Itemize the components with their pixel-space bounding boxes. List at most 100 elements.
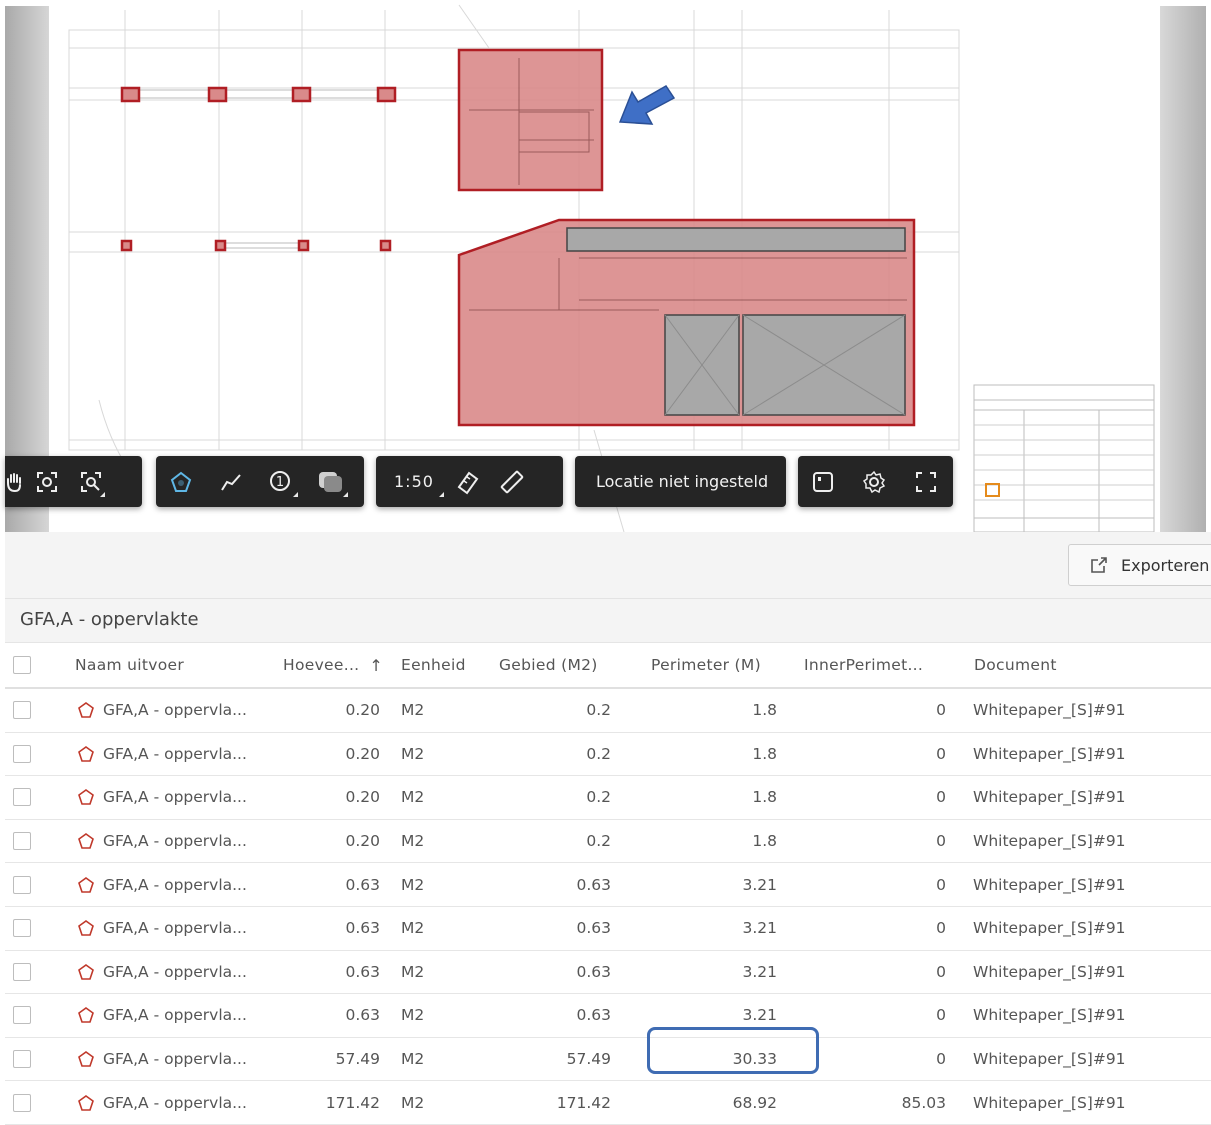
area-cell: 0.63 [485, 907, 611, 950]
viewer-margin-left [5, 6, 49, 532]
drawing-viewer[interactable]: 1 1:50 Locatie niet ingesteld [0, 0, 1211, 532]
group-header[interactable]: GFA,A - oppervlakte [5, 599, 1211, 643]
viewer-margin-right [1160, 6, 1206, 532]
row-checkbox[interactable] [13, 788, 31, 807]
scale-selector[interactable]: 1:50 [376, 456, 446, 507]
polygon-area-icon [78, 876, 94, 893]
table-row[interactable]: GFA,A - oppervla... 0.20 M2 0.2 1.8 0 Whitepap… [5, 776, 1211, 820]
unit-value: M2 [401, 919, 425, 938]
polygon-area-icon [78, 963, 94, 980]
zoom-window-icon[interactable] [69, 456, 113, 507]
column-header-quantity[interactable]: Hoevee... ↑ [283, 643, 383, 687]
quantity-cell: 0.20 [275, 733, 380, 776]
inner-perimeter-cell: 0 [805, 994, 946, 1037]
unit-cell: M2 [401, 1038, 424, 1081]
ruler-set-icon[interactable] [446, 456, 490, 507]
column-header-inner-perimeter[interactable]: InnerPerimet... [804, 643, 923, 687]
area-value: 57.49 [566, 1050, 611, 1069]
toolbar-scale: 1:50 [376, 456, 563, 507]
area-value: 0.2 [586, 788, 611, 807]
group-title: GFA,A - oppervlakte [20, 609, 199, 630]
table-row[interactable]: GFA,A - oppervla... 0.20 M2 0.2 1.8 0 Whitepap… [5, 820, 1211, 864]
row-checkbox[interactable] [13, 962, 31, 981]
unit-cell: M2 [401, 951, 424, 994]
row-checkbox[interactable] [13, 744, 31, 763]
location-label: Locatie niet ingesteld [596, 472, 769, 491]
inner-perimeter-value: 0 [936, 919, 946, 938]
area-cell: 0.2 [485, 733, 611, 776]
name-cell: GFA,A - oppervla... [77, 689, 247, 732]
inner-perimeter-cell: 0 [805, 820, 946, 863]
area-cell: 0.63 [485, 951, 611, 994]
perimeter-cell: 3.21 [645, 907, 777, 950]
polygon-area-icon[interactable] [156, 456, 206, 507]
column-header-area[interactable]: Gebied (M2) [499, 643, 598, 687]
inner-perimeter-value: 0 [936, 744, 946, 763]
row-select-cell [13, 951, 31, 994]
unit-cell: M2 [401, 907, 424, 950]
toolbar-view-options [798, 456, 953, 507]
table-row[interactable]: GFA,A - oppervla... 0.63 M2 0.63 3.21 0 Whitep… [5, 994, 1211, 1038]
floor-plan-canvas[interactable] [49, 0, 1160, 532]
column-header-unit-label: Eenheid [401, 656, 466, 674]
row-checkbox[interactable] [13, 701, 31, 720]
polygon-area-icon [78, 1007, 94, 1024]
row-select-cell [13, 776, 31, 819]
quantity-cell: 57.49 [275, 1038, 380, 1081]
perimeter-cell: 1.8 [645, 689, 777, 732]
name-cell: GFA,A - oppervla... [77, 776, 247, 819]
output-name: GFA,A - oppervla... [103, 1050, 247, 1069]
table-row[interactable]: GFA,A - oppervla... 0.63 M2 0.63 3.21 0 Whitep… [5, 951, 1211, 995]
table-row[interactable]: GFA,A - oppervla... 0.20 M2 0.2 1.8 0 Whitepap… [5, 689, 1211, 733]
unit-cell: M2 [401, 733, 424, 776]
column-header-name[interactable]: Naam uitvoer [75, 643, 184, 687]
panel-icon[interactable] [798, 456, 848, 507]
unit-cell: M2 [401, 776, 424, 819]
row-checkbox[interactable] [13, 919, 31, 938]
settings-icon[interactable] [848, 456, 900, 507]
column-header-name-label: Naam uitvoer [75, 656, 184, 674]
column-header-unit[interactable]: Eenheid [401, 643, 466, 687]
row-checkbox[interactable] [13, 832, 31, 851]
takeoff-table: Naam uitvoer Hoevee... ↑ Eenheid Gebied … [5, 643, 1211, 1125]
area-value: 0.2 [586, 744, 611, 763]
table-row[interactable]: GFA,A - oppervla... 57.49 M2 57.49 30.33 0 Whi… [5, 1038, 1211, 1082]
unit-cell: M2 [401, 1081, 424, 1124]
column-header-document[interactable]: Document [974, 643, 1057, 687]
quantity-cell: 0.63 [275, 994, 380, 1037]
document-value: Whitepaper_[S]#91 [973, 919, 1126, 938]
color-fill-icon[interactable] [306, 456, 356, 507]
export-button[interactable]: Exporteren [1068, 544, 1211, 586]
scale-label: 1:50 [394, 472, 434, 491]
fullscreen-icon[interactable] [900, 456, 952, 507]
toolbar-location[interactable]: Locatie niet ingesteld [575, 456, 786, 507]
table-row[interactable]: GFA,A - oppervla... 0.20 M2 0.2 1.8 0 Whitepap… [5, 733, 1211, 777]
count-marker-icon[interactable]: 1 [256, 456, 306, 507]
table-row[interactable]: GFA,A - oppervla... 0.63 M2 0.63 3.21 0 Whitep… [5, 907, 1211, 951]
column-header-perimeter[interactable]: Perimeter (M) [651, 643, 761, 687]
row-checkbox[interactable] [13, 1006, 31, 1025]
quantity-cell: 0.63 [275, 907, 380, 950]
quantity-cell: 171.42 [275, 1081, 380, 1124]
area-cell: 0.63 [485, 994, 611, 1037]
area-cell: 0.2 [485, 776, 611, 819]
select-all-checkbox[interactable] [13, 656, 31, 674]
perimeter-cell: 1.8 [645, 733, 777, 776]
output-name: GFA,A - oppervla... [103, 1006, 247, 1025]
row-checkbox[interactable] [13, 1050, 31, 1069]
output-name: GFA,A - oppervla... [103, 744, 247, 763]
ruler-icon[interactable] [490, 456, 534, 507]
table-row[interactable]: GFA,A - oppervla... 171.42 M2 171.42 68.92 85… [5, 1081, 1211, 1125]
polyline-icon[interactable] [206, 456, 256, 507]
name-cell: GFA,A - oppervla... [77, 733, 247, 776]
inner-perimeter-value: 0 [936, 832, 946, 851]
polygon-area-icon [78, 745, 94, 762]
zoom-fit-icon[interactable] [25, 456, 69, 507]
table-row[interactable]: GFA,A - oppervla... 0.63 M2 0.63 3.21 0 Whitep… [5, 863, 1211, 907]
document-value: Whitepaper_[S]#91 [973, 832, 1126, 851]
pan-hand-icon[interactable] [5, 456, 25, 507]
row-checkbox[interactable] [13, 875, 31, 894]
document-cell: Whitepaper_[S]#91 [973, 1081, 1126, 1124]
polygon-area-icon [78, 833, 94, 849]
document-cell: Whitepaper_[S]#91 [973, 733, 1126, 776]
